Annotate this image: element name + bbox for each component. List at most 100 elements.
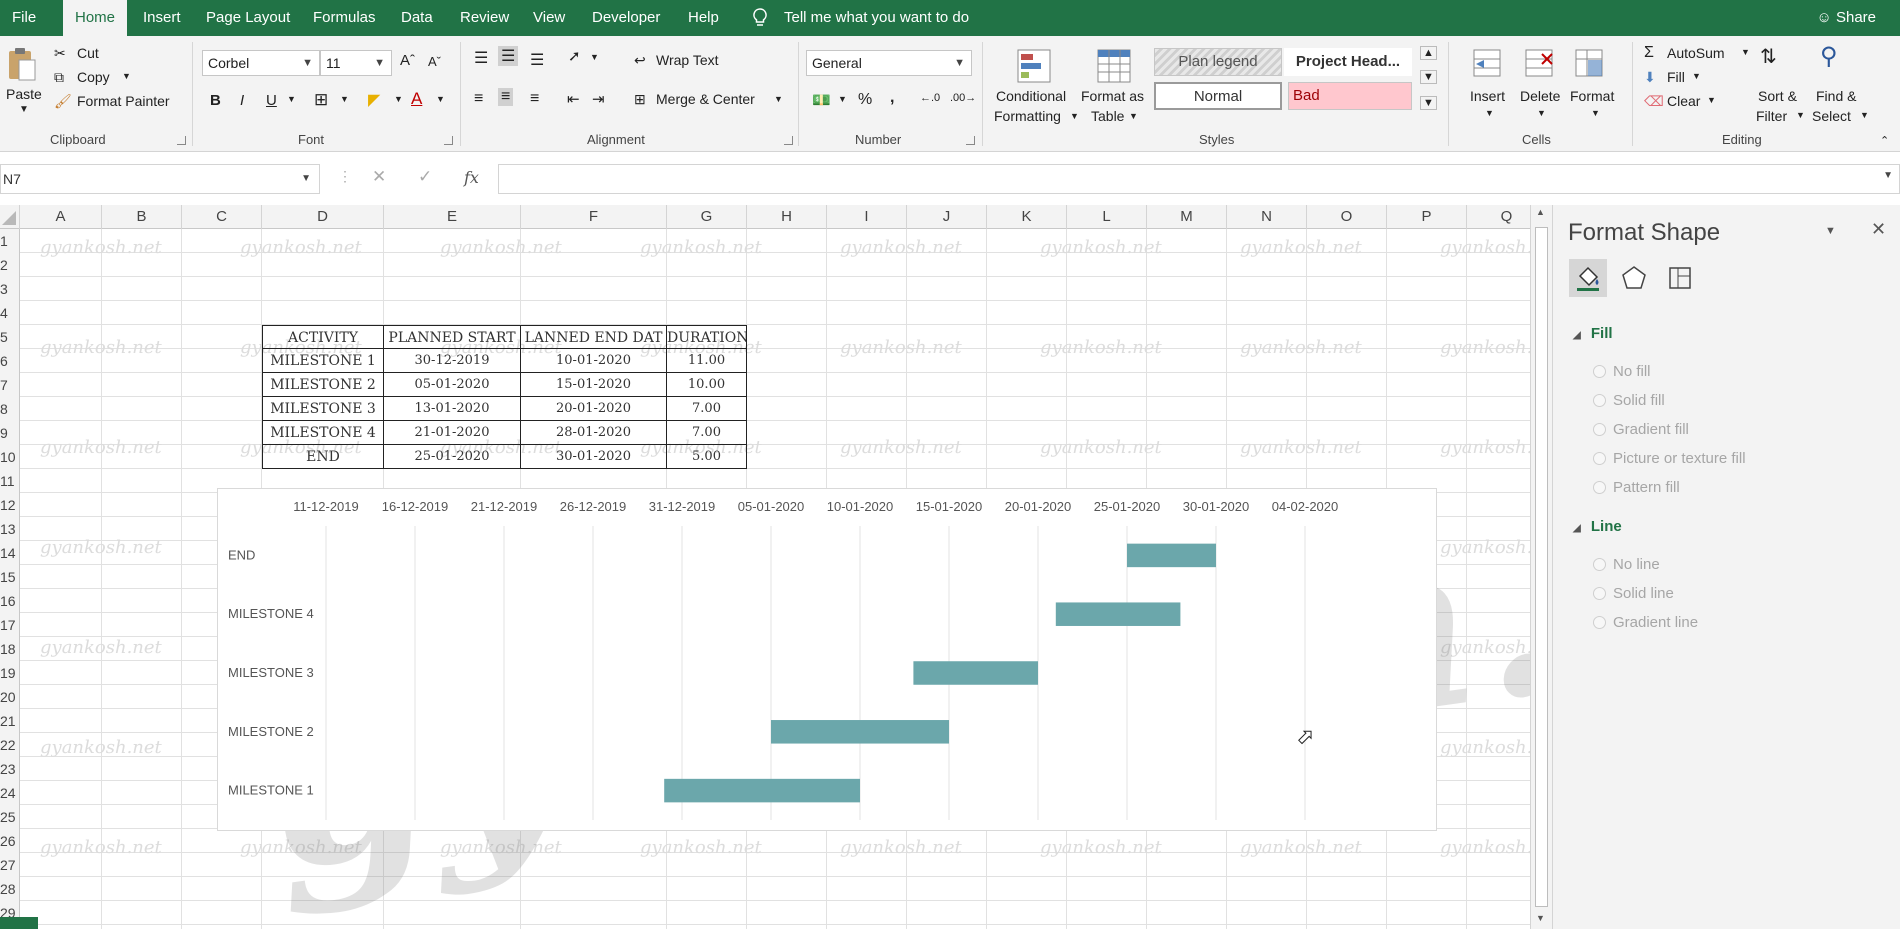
table-cell[interactable]: MILESTONE 4 xyxy=(262,421,384,445)
fill-option-picture-fill[interactable]: Picture or texture fill xyxy=(1593,450,1746,467)
row-header-20[interactable]: 20 xyxy=(0,685,20,709)
scroll-thumb[interactable] xyxy=(1535,227,1548,907)
table-cell[interactable]: MILESTONE 3 xyxy=(262,397,384,421)
scroll-up-icon[interactable]: ▲ xyxy=(1536,207,1545,217)
find-select-button-line2[interactable]: Select xyxy=(1812,108,1851,124)
gantt-bar[interactable] xyxy=(664,778,860,803)
radio-button[interactable] xyxy=(1593,616,1606,629)
tab-developer[interactable]: Developer xyxy=(592,0,660,36)
sort-filter-button-line2[interactable]: Filter xyxy=(1756,108,1787,124)
table-cell[interactable]: 11.00 xyxy=(667,349,747,373)
confirm-icon[interactable]: ✓ xyxy=(418,167,432,187)
radio-button[interactable] xyxy=(1593,558,1606,571)
tab-review[interactable]: Review xyxy=(460,0,509,36)
fill-section-header[interactable]: ◢ Fill xyxy=(1573,325,1613,342)
currency-icon[interactable]: 💵 xyxy=(812,91,831,109)
format-dropdown-icon[interactable]: ▼ xyxy=(1591,108,1600,118)
font-color-icon[interactable]: A xyxy=(411,89,422,109)
row-header-1[interactable]: 1 xyxy=(0,229,20,253)
table-cell[interactable]: 21-01-2020 xyxy=(384,421,521,445)
paste-icon[interactable] xyxy=(6,46,44,84)
table-header-cell[interactable]: LANNED END DAT xyxy=(521,325,667,349)
row-header-5[interactable]: 5 xyxy=(0,325,20,349)
comma-button[interactable]: , xyxy=(890,89,894,107)
radio-button[interactable] xyxy=(1593,587,1606,600)
bold-button[interactable]: B xyxy=(210,92,221,109)
gantt-bar[interactable] xyxy=(913,661,1038,685)
table-header-cell[interactable]: PLANNED START xyxy=(384,325,521,349)
table-cell[interactable]: MILESTONE 2 xyxy=(262,373,384,397)
wrap-text-button[interactable]: Wrap Text xyxy=(656,52,719,68)
fill-option-pattern-fill[interactable]: Pattern fill xyxy=(1593,479,1680,496)
row-header-9[interactable]: 9 xyxy=(0,421,20,445)
row-header-12[interactable]: 12 xyxy=(0,493,20,517)
conditional-formatting-button[interactable]: Conditional xyxy=(996,88,1066,104)
row-header-17[interactable]: 17 xyxy=(0,613,20,637)
conditional-formatting-button-line2[interactable]: Formatting xyxy=(994,108,1061,124)
table-cell[interactable]: 7.00 xyxy=(667,421,747,445)
row-header-4[interactable]: 4 xyxy=(0,301,20,325)
row-header-23[interactable]: 23 xyxy=(0,757,20,781)
pane-options-icon[interactable]: ▼ xyxy=(1825,225,1836,237)
align-bottom-icon[interactable]: ☰ xyxy=(530,50,544,70)
vertical-scrollbar[interactable]: ▲ ▼ xyxy=(1530,205,1552,929)
tab-file[interactable]: File xyxy=(12,0,36,36)
row-header-7[interactable]: 7 xyxy=(0,373,20,397)
radio-button[interactable] xyxy=(1593,423,1606,436)
table-cell[interactable]: 20-01-2020 xyxy=(521,397,667,421)
column-header-o[interactable]: O xyxy=(1307,205,1387,229)
column-header-b[interactable]: B xyxy=(102,205,182,229)
fill-option-no-fill[interactable]: No fill xyxy=(1593,363,1651,380)
style-plan-legend[interactable]: Plan legend xyxy=(1154,48,1282,76)
autosum-dropdown-icon[interactable]: ▼ xyxy=(1741,47,1750,57)
table-cell[interactable]: 5.00 xyxy=(667,445,747,469)
column-header-i[interactable]: I xyxy=(827,205,907,229)
table-header-cell[interactable]: ACTIVITY xyxy=(262,325,384,349)
row-header-13[interactable]: 13 xyxy=(0,517,20,541)
row-header-3[interactable]: 3 xyxy=(0,277,20,301)
column-header-j[interactable]: J xyxy=(907,205,987,229)
row-header-26[interactable]: 26 xyxy=(0,829,20,853)
size-properties-tab[interactable] xyxy=(1661,259,1699,297)
style-bad[interactable]: Bad xyxy=(1288,82,1412,110)
decrease-indent-icon[interactable]: ⇤ xyxy=(567,90,580,108)
expand-formula-icon[interactable]: ▼ xyxy=(1883,170,1893,181)
row-header-10[interactable]: 10 xyxy=(0,445,20,469)
find-select-button[interactable]: Find & xyxy=(1816,88,1856,104)
fill-line-tab[interactable] xyxy=(1569,259,1607,297)
line-option-solid-line[interactable]: Solid line xyxy=(1593,585,1674,602)
fill-option-gradient-fill[interactable]: Gradient fill xyxy=(1593,421,1689,438)
tell-me-search[interactable]: Tell me what you want to do xyxy=(784,0,969,36)
fill-option-solid-fill[interactable]: Solid fill xyxy=(1593,392,1665,409)
font-size-dropdown[interactable]: 11 ▼ xyxy=(320,50,392,76)
insert-dropdown-icon[interactable]: ▼ xyxy=(1485,108,1494,118)
column-header-c[interactable]: C xyxy=(182,205,262,229)
radio-button[interactable] xyxy=(1593,394,1606,407)
fill-color-dropdown-icon[interactable]: ▼ xyxy=(394,94,403,104)
table-cell[interactable]: 28-01-2020 xyxy=(521,421,667,445)
gantt-bar[interactable] xyxy=(771,720,949,744)
decrease-decimal-icon[interactable]: .00→ xyxy=(950,92,976,104)
row-header-15[interactable]: 15 xyxy=(0,565,20,589)
row-header-27[interactable]: 27 xyxy=(0,853,20,877)
paste-dropdown-icon[interactable]: ▼ xyxy=(19,104,29,115)
column-header-e[interactable]: E xyxy=(384,205,521,229)
share-button[interactable]: ☺ Share xyxy=(1816,0,1876,36)
align-right-icon[interactable]: ≡ xyxy=(530,90,539,108)
table-cell[interactable]: 15-01-2020 xyxy=(521,373,667,397)
tab-formulas[interactable]: Formulas xyxy=(313,0,376,36)
merge-center-button[interactable]: Merge & Center xyxy=(656,91,755,107)
row-header-6[interactable]: 6 xyxy=(0,349,20,373)
row-header-8[interactable]: 8 xyxy=(0,397,20,421)
row-header-18[interactable]: 18 xyxy=(0,637,20,661)
gantt-chart-svg[interactable]: 11-12-2019 16-12-2019 21-12-2019 26-12-2019… xyxy=(218,489,1438,832)
orientation-dropdown-icon[interactable]: ▼ xyxy=(590,52,599,62)
column-header-f[interactable]: F xyxy=(521,205,667,229)
styles-scroll-down-icon[interactable]: ▼ xyxy=(1420,70,1437,84)
table-cell[interactable]: 05-01-2020 xyxy=(384,373,521,397)
copy-button[interactable]: Copy xyxy=(77,69,110,85)
font-color-dropdown-icon[interactable]: ▼ xyxy=(436,94,445,104)
table-cell[interactable]: 30-12-2019 xyxy=(384,349,521,373)
tab-insert[interactable]: Insert xyxy=(143,0,181,36)
borders-icon[interactable]: ⊞ xyxy=(314,90,328,110)
